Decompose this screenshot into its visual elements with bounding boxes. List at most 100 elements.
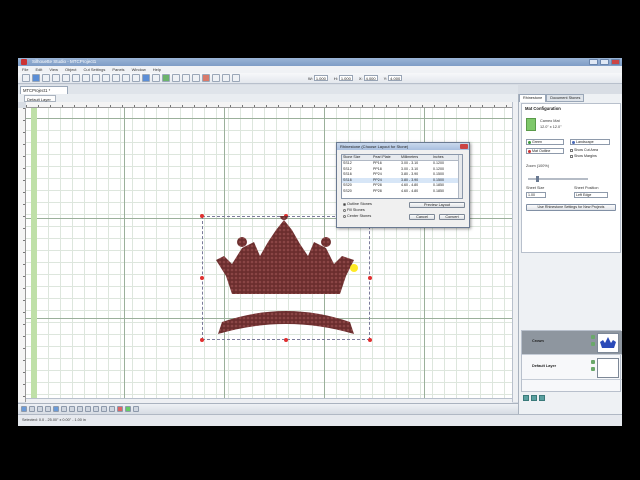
paste-icon[interactable] [82, 74, 90, 82]
line-tool-icon[interactable] [37, 405, 43, 412]
mat-color-select[interactable]: Green [526, 139, 564, 145]
show-margins-checkbox[interactable]: Show Margins [570, 154, 597, 158]
sheet-position-select[interactable]: Left Edge [574, 192, 608, 198]
add-layer-icon[interactable] [523, 395, 529, 401]
cancel-button[interactable]: Cancel [409, 214, 435, 220]
ellipse-tool-icon[interactable] [77, 405, 83, 412]
new-icon[interactable] [22, 74, 30, 82]
coordinate-fields: W: 1.000 H: 1.000 X: 4.000 Y: 4.000 [308, 75, 403, 81]
align-icon[interactable] [182, 74, 190, 82]
tab-document[interactable]: MTCProject1 * [20, 86, 68, 94]
delete-layer-icon[interactable] [531, 395, 537, 401]
table-row[interactable]: SS20 PP28 4.60 - 4.80 0.1850 [342, 189, 462, 195]
tab-default-layer[interactable]: Default Layer [24, 95, 56, 102]
table-scrollbar[interactable] [458, 155, 462, 198]
redo-icon[interactable] [102, 74, 110, 82]
curve-tool-icon[interactable] [53, 405, 59, 412]
layer-visibility-icon[interactable] [591, 335, 595, 339]
col-header-millimeters[interactable]: Millimeters [400, 155, 432, 160]
orientation-icon [572, 140, 575, 144]
send-to-cutter-icon[interactable] [232, 74, 240, 82]
layer-item-default[interactable]: Default Layer [522, 356, 622, 380]
freehand-tool-icon[interactable] [85, 405, 91, 412]
eraser-tool-icon[interactable] [101, 405, 107, 412]
width-label: W: [308, 75, 313, 81]
preview-layout-button[interactable]: Preview Layout [409, 202, 465, 208]
menu-panels[interactable]: Panels [112, 67, 124, 72]
menu-edit[interactable]: Edit [35, 67, 42, 72]
open-icon[interactable] [32, 74, 40, 82]
orientation-select[interactable]: Landscape [570, 139, 610, 145]
select-tool-icon[interactable] [21, 405, 27, 412]
sheet-size-input[interactable]: 1.00 [526, 192, 546, 198]
maximize-button[interactable] [600, 59, 609, 65]
show-cut-area-label: Show Cut Area [574, 148, 598, 152]
convert-button[interactable]: Convert [439, 214, 465, 220]
cut-icon[interactable] [62, 74, 70, 82]
replicate-icon[interactable] [192, 74, 200, 82]
arc-tool-icon[interactable] [61, 405, 67, 412]
col-header-stone-size[interactable]: Stone Size [342, 155, 372, 160]
layer-item-crown[interactable]: Crown [522, 331, 622, 355]
grid-icon[interactable] [152, 74, 160, 82]
tab-document-stones[interactable]: Document Stones [546, 94, 585, 102]
col-header-pearl-plate[interactable]: Pearl Plate [372, 155, 400, 160]
layer-lock-icon[interactable] [591, 367, 595, 371]
copy-icon[interactable] [72, 74, 80, 82]
layer-options-icon[interactable] [539, 395, 545, 401]
save-icon[interactable] [42, 74, 50, 82]
zoom-slider-knob[interactable] [536, 176, 539, 182]
eyedropper-tool-icon[interactable] [133, 405, 139, 412]
tab-rhinestone[interactable]: Rhinestone [519, 94, 547, 102]
rhinestone-icon[interactable] [222, 74, 230, 82]
ungroup-icon[interactable] [172, 74, 180, 82]
offset-icon[interactable] [202, 74, 210, 82]
rectangle-tool-icon[interactable] [69, 405, 75, 412]
close-window-button[interactable] [611, 59, 620, 65]
layer-lock-icon[interactable] [591, 342, 595, 346]
menu-object[interactable]: Object [65, 67, 77, 72]
mat-size: 12.0" x 12.0" [540, 125, 562, 129]
zoom-out-icon[interactable] [122, 74, 130, 82]
menu-file[interactable]: File [22, 67, 28, 72]
trace-icon[interactable] [212, 74, 220, 82]
mat-outline-select[interactable]: Mat Outline [526, 148, 564, 154]
menu-cut-settings[interactable]: Cut Settings [84, 67, 106, 72]
sheet-position-label: Sheet Position [574, 186, 599, 190]
table-cell: SS20 [343, 188, 352, 193]
menu-window[interactable]: Window [132, 67, 146, 72]
radio-center-stones[interactable]: Center Stones [343, 214, 371, 218]
stone-size-table[interactable]: Stone Size Pearl Plate Millimeters Inche… [341, 154, 463, 199]
crown-rhinestone-design[interactable] [202, 216, 370, 340]
zoom-fit-icon[interactable] [132, 74, 140, 82]
radio-outline-stones[interactable]: Outline Stones [343, 202, 372, 206]
y-input[interactable]: 4.000 [388, 75, 403, 81]
pan-icon[interactable] [142, 74, 150, 82]
layer-visibility-icon[interactable] [591, 360, 595, 364]
minimize-button[interactable] [589, 59, 598, 65]
knife-tool-icon[interactable] [109, 405, 115, 412]
radio-fill-stones[interactable]: Fill Stones [343, 208, 365, 212]
polygon-tool-icon[interactable] [45, 405, 51, 412]
fill-tool-icon[interactable] [125, 405, 131, 412]
text-tool-icon[interactable] [93, 405, 99, 412]
print-icon[interactable] [52, 74, 60, 82]
width-field-group: W: 1.000 [308, 75, 328, 81]
width-input[interactable]: 1.000 [313, 75, 328, 81]
zoom-in-icon[interactable] [112, 74, 120, 82]
col-header-inches[interactable]: Inches [432, 155, 460, 160]
menu-view[interactable]: View [49, 67, 58, 72]
zoom-slider[interactable] [528, 176, 588, 182]
mat-edge-strip [31, 108, 37, 398]
height-input[interactable]: 1.000 [338, 75, 353, 81]
show-cut-area-checkbox[interactable]: Show Cut Area [570, 148, 598, 152]
undo-icon[interactable] [92, 74, 100, 82]
edit-points-icon[interactable] [29, 405, 35, 412]
rhinestone-tool-icon[interactable] [117, 405, 123, 412]
rhinestone-dialog: Rhinestone (Choose Layout for Stone) Sto… [336, 142, 470, 228]
use-settings-button[interactable]: Use Rhinestone Settings for New Projects [526, 204, 616, 211]
dialog-close-icon[interactable] [460, 144, 468, 149]
x-input[interactable]: 4.000 [363, 75, 378, 81]
group-icon[interactable] [162, 74, 170, 82]
menu-help[interactable]: Help [153, 67, 161, 72]
